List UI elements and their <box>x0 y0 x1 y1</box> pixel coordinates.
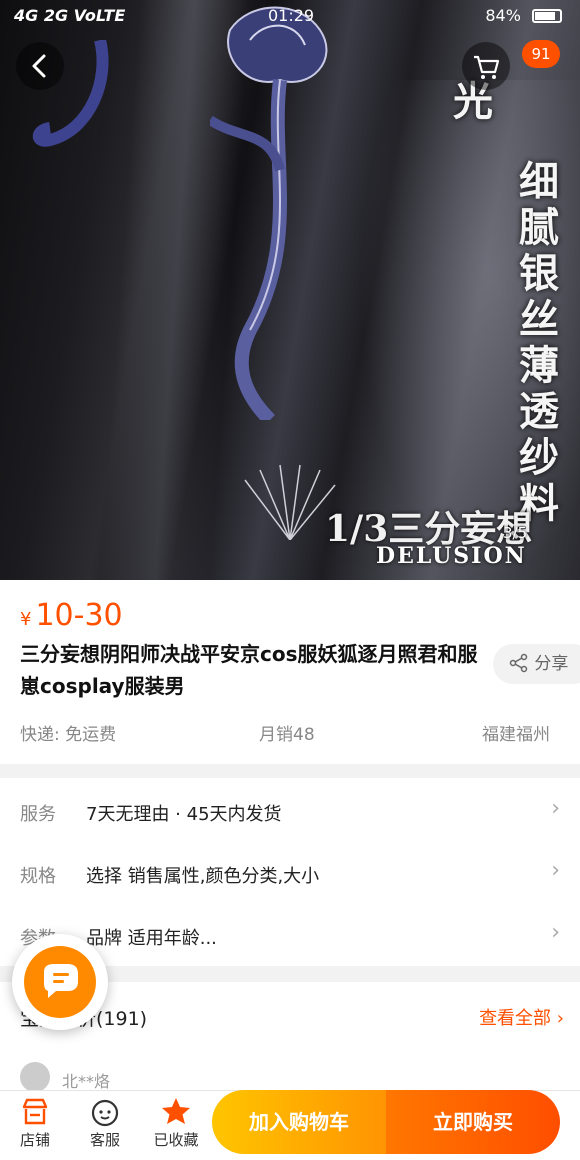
view-all-label: 查看全部 <box>479 1008 552 1029</box>
favorite-button[interactable]: 已收藏 <box>146 1095 206 1150</box>
service-face-icon <box>91 1099 119 1127</box>
clock: 01:29 <box>268 6 315 25</box>
chevron-right-icon: › <box>551 796 560 821</box>
row-value: 7天无理由 · 45天内发货 <box>86 804 282 825</box>
chat-float-button[interactable] <box>12 934 108 1030</box>
cart-button[interactable] <box>462 42 510 90</box>
shipping-info: 快递: 免运费 <box>20 725 117 745</box>
row-value: 选择 销售属性,颜色分类,大小 <box>86 866 320 887</box>
battery-status: 84% <box>485 6 562 25</box>
product-info-panel: ¥10-30 三分妄想阴阳师决战平安京cos服妖狐逐月照君和服崽cosplay服… <box>0 580 580 764</box>
share-button[interactable]: 分享 <box>493 644 580 684</box>
battery-icon <box>532 9 562 23</box>
fabric-description-text: 细腻银丝薄透纱料 <box>512 160 558 528</box>
ship-location: 福建福州 <box>482 725 550 745</box>
row-label: 服务 <box>20 804 56 825</box>
price-value: 10-30 <box>35 598 123 633</box>
back-button[interactable] <box>16 42 64 90</box>
status-bar: 4G 2G VoLTE 01:29 84% <box>0 0 580 32</box>
view-all-reviews-link[interactable]: 查看全部 › <box>479 1004 564 1030</box>
monthly-sales: 月销48 <box>259 725 315 745</box>
row-value: 品牌 适用年龄... <box>86 928 217 949</box>
customer-service-button[interactable]: 客服 <box>75 1095 135 1150</box>
chat-bubble-icon <box>44 964 78 998</box>
price: ¥10-30 <box>20 598 123 633</box>
battery-percent: 84% <box>485 6 521 25</box>
product-title: 三分妄想阴阳师决战平安京cos服妖狐逐月照君和服崽cosplay服装男 <box>20 642 478 698</box>
service-label: 客服 <box>89 1131 120 1149</box>
services-panel: 服务 7天无理由 · 45天内发货 › 规格 选择 销售属性,颜色分类,大小 ›… <box>0 778 580 966</box>
shop-button[interactable]: 店铺 <box>5 1095 65 1150</box>
share-label: 分享 <box>534 654 569 674</box>
cart-icon <box>474 55 500 79</box>
shop-label: 店铺 <box>19 1131 50 1149</box>
brand-watermark-sub: DELUSION <box>376 543 527 569</box>
buy-now-button[interactable]: 立即购买 <box>386 1090 560 1154</box>
review-username: 北**烙 <box>62 1072 111 1091</box>
star-icon <box>162 1098 190 1124</box>
share-icon <box>509 653 528 673</box>
row-label: 规格 <box>20 866 56 887</box>
image-counter: 3/5 <box>503 524 528 542</box>
currency-symbol: ¥ <box>20 609 32 630</box>
signal-indicator: 4G 2G VoLTE <box>14 6 126 25</box>
spec-row[interactable]: 规格 选择 销售属性,颜色分类,大小 › <box>0 842 580 904</box>
chevron-left-icon <box>32 54 46 78</box>
chat-icon-bg <box>24 946 96 1018</box>
cart-count-badge: 91 <box>522 40 560 68</box>
avatar <box>20 1062 50 1092</box>
lotus-embroidery-graphic <box>210 6 328 420</box>
chevron-right-icon: › <box>551 920 560 945</box>
service-row[interactable]: 服务 7天无理由 · 45天内发货 › <box>0 780 580 842</box>
chevron-right-icon: › <box>556 1008 564 1029</box>
add-to-cart-button[interactable]: 加入购物车 <box>212 1090 386 1154</box>
shop-icon <box>22 1098 48 1125</box>
favorite-label: 已收藏 <box>153 1131 199 1149</box>
chevron-right-icon: › <box>551 858 560 883</box>
